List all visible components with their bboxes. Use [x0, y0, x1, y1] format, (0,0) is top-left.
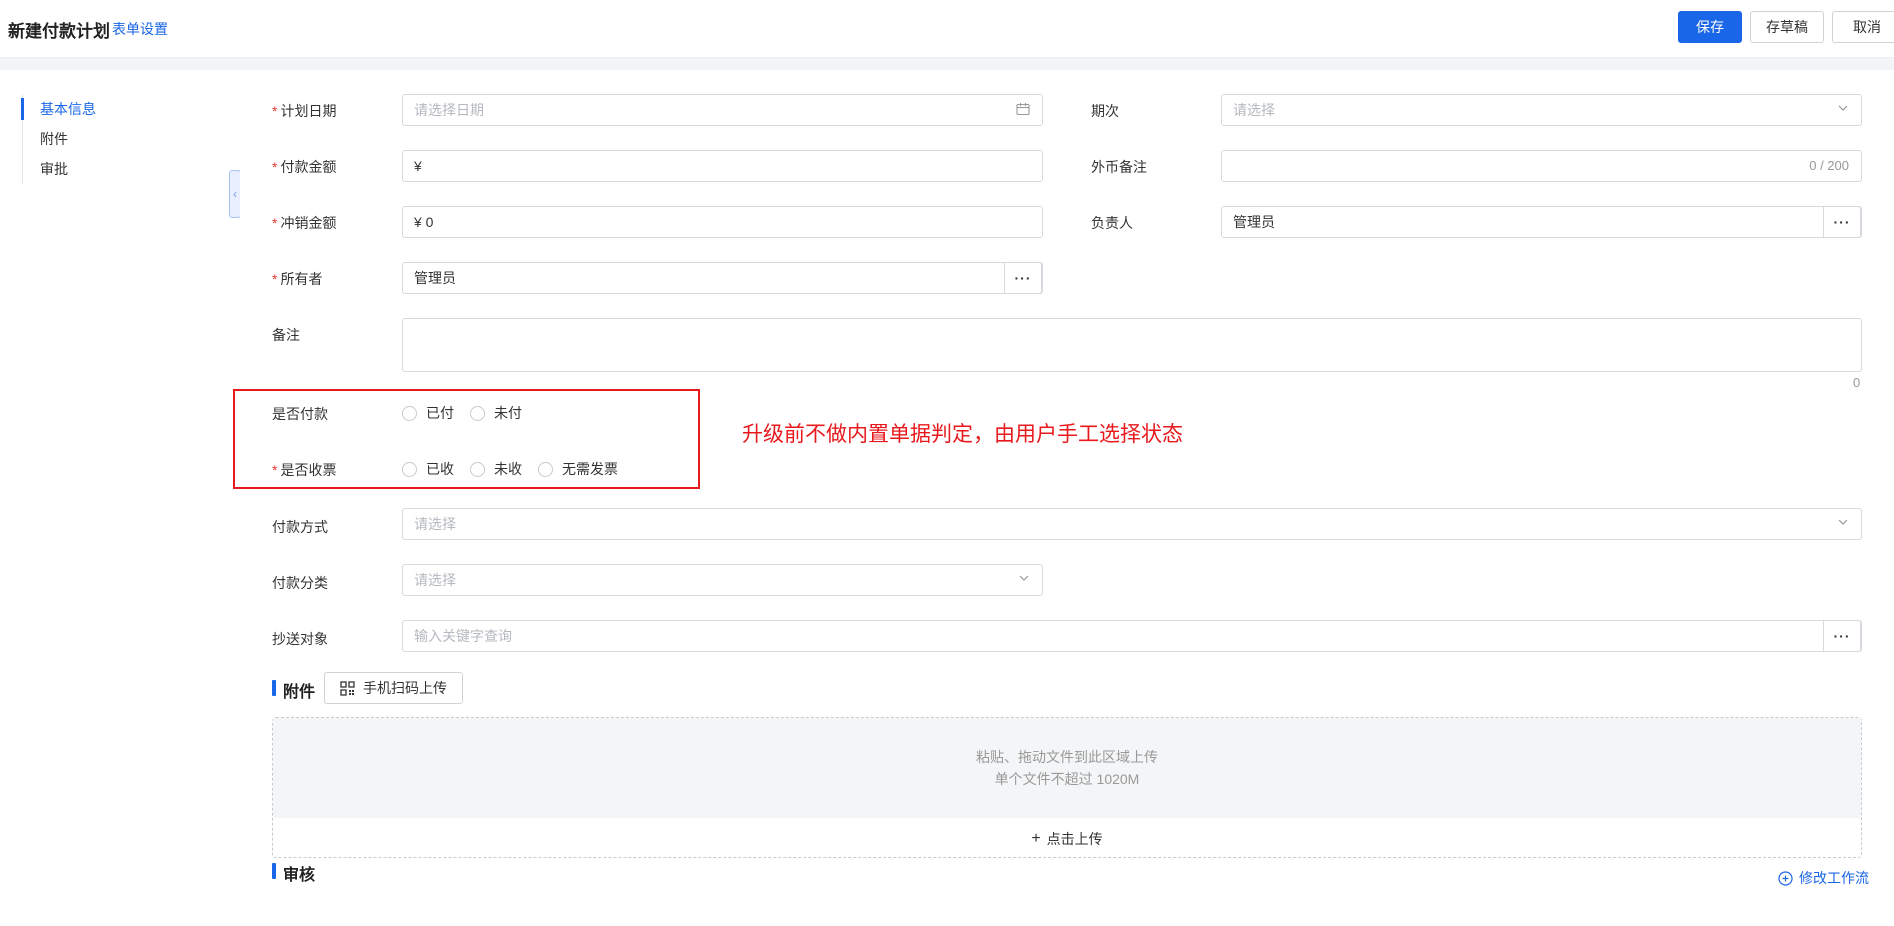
- payment-amount-label: * 付款金额: [272, 159, 337, 175]
- period-label: 期次: [1091, 103, 1119, 119]
- chevron-down-icon: [1018, 572, 1030, 587]
- radio-no-invoice-needed[interactable]: 无需发票: [538, 459, 618, 479]
- plus-circle-icon: [1778, 870, 1793, 886]
- fx-note-label: 外币备注: [1091, 159, 1147, 175]
- radio-not-received[interactable]: 未收: [470, 459, 522, 479]
- period-select[interactable]: 请选择: [1221, 94, 1862, 126]
- manager-label: 负责人: [1091, 215, 1133, 231]
- is-paid-label: 是否付款: [272, 406, 328, 422]
- owner-picker[interactable]: 管理员 ···: [402, 262, 1043, 294]
- pay-category-select[interactable]: 请选择: [402, 564, 1043, 596]
- required-mark: *: [272, 103, 278, 119]
- scan-upload-button[interactable]: 手机扫码上传: [324, 672, 463, 704]
- radio-circle: [402, 461, 417, 477]
- header-divider: [0, 58, 1894, 70]
- approval-section-title: 审核: [272, 861, 315, 885]
- chevron-down-icon: [1837, 516, 1849, 531]
- sidebar-item-attachments[interactable]: 附件: [23, 124, 96, 154]
- writeoff-amount-label: * 冲销金额: [272, 215, 337, 231]
- remark-textarea[interactable]: [402, 318, 1862, 372]
- radio-circle: [470, 461, 485, 477]
- upload-area[interactable]: 粘贴、拖动文件到此区域上传 单个文件不超过 1020M + 点击上传: [272, 717, 1862, 858]
- save-draft-button[interactable]: 存草稿: [1750, 11, 1824, 43]
- annotation-text: 升级前不做内置单据判定，由用户手工选择状态: [742, 422, 1183, 446]
- writeoff-amount-input[interactable]: ¥ 0: [402, 206, 1043, 238]
- radio-received[interactable]: 已收: [402, 459, 454, 479]
- owner-label: * 所有者: [272, 271, 323, 287]
- radio-unpaid[interactable]: 未付: [470, 403, 522, 423]
- required-mark: *: [272, 215, 278, 231]
- remark-char-counter: 0: [1853, 375, 1861, 390]
- sidebar-item-approval[interactable]: 审批: [23, 154, 96, 184]
- chevron-down-icon: [1837, 102, 1849, 117]
- required-mark: *: [272, 159, 278, 175]
- pay-method-select[interactable]: 请选择: [402, 508, 1862, 540]
- required-mark: *: [272, 462, 278, 478]
- save-button[interactable]: 保存: [1678, 11, 1742, 43]
- click-upload-button[interactable]: + 点击上传: [273, 818, 1861, 859]
- required-mark: *: [272, 271, 278, 287]
- plan-date-picker[interactable]: 请选择日期: [402, 94, 1043, 126]
- size-limit-hint: 单个文件不超过 1020M: [994, 771, 1140, 787]
- radio-circle: [470, 405, 485, 421]
- chevron-left-icon: ‹: [233, 187, 237, 201]
- attachments-section-title: 附件: [272, 678, 315, 702]
- drop-hint: 粘贴、拖动文件到此区域上传: [976, 749, 1158, 765]
- form-settings-link[interactable]: 表单设置: [112, 19, 168, 39]
- cc-label: 抄送对象: [272, 631, 328, 647]
- remark-label: 备注: [272, 327, 300, 343]
- manager-picker[interactable]: 管理员 ···: [1221, 206, 1862, 238]
- calendar-icon: [1016, 102, 1030, 119]
- pay-category-label: 付款分类: [272, 575, 328, 591]
- pay-method-label: 付款方式: [272, 519, 328, 535]
- cc-search-input[interactable]: 输入关键字查询 ···: [402, 620, 1862, 652]
- more-icon[interactable]: ···: [1823, 620, 1861, 652]
- section-nav: 基本信息 附件 审批: [21, 94, 96, 184]
- plan-date-label: * 计划日期: [272, 103, 337, 119]
- is-invoiced-label: * 是否收票: [272, 462, 337, 478]
- top-bar: 新建付款计划 表单设置 保存 存草稿 取消: [0, 0, 1894, 58]
- sidebar-item-basic-info[interactable]: 基本信息: [21, 94, 96, 124]
- plus-icon: +: [1031, 829, 1041, 847]
- edit-workflow-link[interactable]: 修改工作流: [1778, 868, 1869, 888]
- radio-circle: [538, 461, 553, 477]
- cancel-button[interactable]: 取消: [1832, 11, 1894, 43]
- more-icon[interactable]: ···: [1004, 262, 1042, 294]
- radio-circle: [402, 405, 417, 421]
- more-icon[interactable]: ···: [1823, 206, 1861, 238]
- payment-amount-input[interactable]: ¥: [402, 150, 1043, 182]
- char-counter: 0 / 200: [1809, 158, 1849, 173]
- file-drop-zone[interactable]: 粘贴、拖动文件到此区域上传 单个文件不超过 1020M: [273, 718, 1861, 818]
- radio-paid[interactable]: 已付: [402, 403, 454, 423]
- section-sidebar: 基本信息 附件 审批: [0, 70, 240, 926]
- fx-note-input[interactable]: 0 / 200: [1221, 150, 1862, 182]
- page-title: 新建付款计划: [8, 22, 110, 41]
- qr-code-icon: [340, 680, 355, 696]
